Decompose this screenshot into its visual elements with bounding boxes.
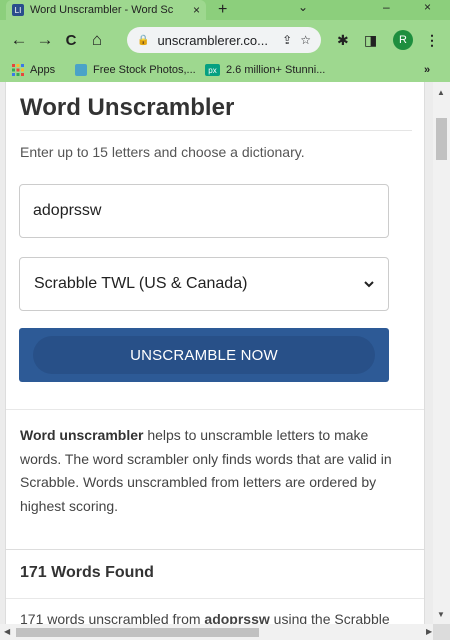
address-bar[interactable]: 🔒 unscramblerer.co... ⇪ ☆ (127, 27, 321, 53)
stock-photos-icon (75, 64, 87, 76)
scrollbar-corner (433, 624, 450, 640)
bookmark-label: Apps (30, 64, 56, 76)
reload-button[interactable]: C (58, 32, 84, 49)
bookmarks-overflow-icon[interactable]: » (424, 64, 430, 76)
scroll-left-arrow-icon[interactable]: ◀ (4, 627, 10, 636)
tab-title: Word Unscrambler - Word Sc (30, 4, 174, 16)
address-url[interactable]: unscramblerer.co... (157, 33, 274, 48)
description-text: Word unscrambler helps to unscramble let… (20, 424, 412, 518)
profile-avatar[interactable]: R (393, 30, 413, 50)
back-button[interactable]: ← (6, 30, 32, 50)
unscrambler-card: Word Unscrambler Enter up to 15 letters … (5, 82, 425, 612)
bookmark-apps[interactable]: Apps (12, 64, 55, 76)
scroll-down-arrow-icon[interactable]: ▼ (437, 610, 445, 619)
page-viewport: Word Unscrambler Enter up to 15 letters … (0, 82, 433, 624)
vertical-scrollbar[interactable]: ▲ ▼ (433, 82, 450, 624)
pexels-icon: px (205, 64, 220, 76)
page-title: Word Unscrambler (20, 94, 235, 121)
bookmarks-bar: Apps Free Stock Photos,... px 2.6 millio… (0, 60, 450, 82)
tab-close-icon[interactable]: × (193, 3, 200, 17)
bookmark-star-icon[interactable]: ☆ (300, 33, 311, 47)
description-bold-lead: Word unscrambler (20, 427, 144, 443)
tab-strip: LI Word Unscrambler - Word Sc × + ⌄ – × (0, 0, 450, 20)
site-favicon-icon: LI (12, 4, 24, 16)
share-icon[interactable]: ⇪ (282, 33, 292, 47)
forward-button[interactable]: → (32, 30, 58, 50)
apps-grid-icon (12, 64, 24, 76)
bookmark-stock-photos[interactable]: Free Stock Photos,... (75, 64, 196, 76)
unscramble-now-button[interactable]: UNSCRAMBLE NOW (19, 328, 389, 382)
unscramble-button-label: UNSCRAMBLE NOW (130, 346, 278, 364)
chevron-down-icon (364, 277, 374, 291)
dictionary-select[interactable]: Scrabble TWL (US & Canada) (19, 257, 389, 311)
lock-icon[interactable]: 🔒 (137, 35, 149, 46)
vertical-scroll-thumb[interactable] (436, 118, 447, 160)
side-panel-icon[interactable]: ◨ (364, 32, 377, 49)
minimize-button[interactable]: – (383, 0, 390, 14)
words-found-description: 171 words unscrambled from adoprssw usin… (20, 611, 420, 624)
divider (20, 130, 412, 131)
bookmark-label: Free Stock Photos,... (93, 64, 196, 76)
dictionary-selected-value: Scrabble TWL (US & Canada) (34, 275, 248, 292)
divider (6, 409, 424, 410)
scroll-right-arrow-icon[interactable]: ▶ (426, 627, 432, 636)
new-tab-button[interactable]: + (218, 0, 227, 20)
found-desc-suffix: using the Scrabble (269, 611, 390, 624)
home-button[interactable]: ⌂ (84, 30, 110, 50)
browser-toolbar: ← → C ⌂ 🔒 unscramblerer.co... ⇪ ☆ ✱ ◨ ⋮ (0, 20, 450, 60)
extensions-icon[interactable]: ✱ (337, 32, 349, 49)
words-found-card: 171 Words Found 171 words unscrambled fr… (5, 549, 425, 624)
words-found-title: 171 Words Found (20, 564, 154, 581)
letters-input[interactable] (19, 184, 389, 238)
horizontal-scrollbar[interactable]: ◀ ▶ (0, 624, 450, 640)
tab-word-unscrambler[interactable]: LI Word Unscrambler - Word Sc × (6, 0, 206, 20)
window-close-button[interactable]: × (424, 0, 431, 14)
tab-search-chevron-icon[interactable]: ⌄ (298, 0, 308, 14)
bookmark-pexels[interactable]: px 2.6 million+ Stunni... (205, 64, 325, 76)
bookmark-label: 2.6 million+ Stunni... (226, 64, 326, 76)
horizontal-scroll-thumb[interactable] (16, 628, 259, 637)
page-subtitle: Enter up to 15 letters and choose a dict… (20, 144, 305, 160)
divider (6, 598, 424, 599)
browser-menu-icon[interactable]: ⋮ (425, 32, 439, 49)
found-desc-prefix: 171 words unscrambled from (20, 611, 205, 624)
found-desc-letters: adoprssw (204, 611, 270, 624)
scroll-up-arrow-icon[interactable]: ▲ (437, 88, 445, 97)
